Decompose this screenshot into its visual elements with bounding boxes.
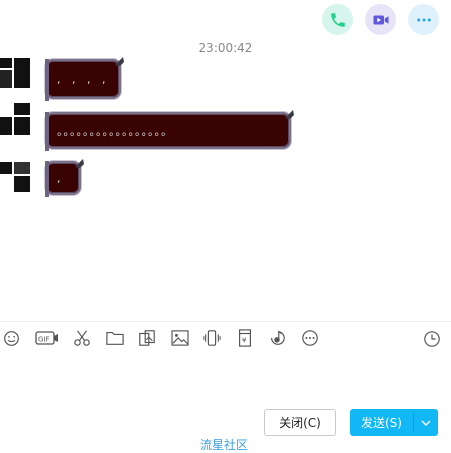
bubble-border: [45, 112, 49, 151]
send-button[interactable]: 发送(S): [350, 409, 413, 436]
chevron-down-icon: [421, 420, 431, 426]
music-button[interactable]: [268, 329, 286, 347]
gif-button[interactable]: GIF: [34, 329, 59, 347]
scissors-icon: [74, 330, 90, 346]
more-icon: [416, 18, 431, 21]
bubble-border: [45, 161, 49, 197]
file-button[interactable]: [105, 329, 124, 347]
avatar[interactable]: [0, 162, 32, 194]
sticker-button[interactable]: [138, 329, 156, 347]
watermark-text: 流星社区: [200, 438, 249, 452]
message-timestamp: 23:00:42: [198, 41, 253, 55]
avatar[interactable]: [0, 58, 32, 90]
emoji-icon: [3, 330, 19, 346]
gif-icon: GIF: [34, 331, 58, 345]
clock-icon: [424, 331, 440, 347]
music-icon: [271, 330, 285, 345]
send-button-group: 发送(S): [350, 409, 438, 436]
voice-call-button[interactable]: [322, 4, 353, 35]
folder-icon: [105, 332, 124, 345]
more-dots-icon: [301, 330, 318, 346]
emoji-button[interactable]: [2, 329, 20, 347]
red-packet-icon: ¥: [238, 329, 251, 347]
video-icon: [373, 15, 388, 24]
message-text: 。。。。。。。。。。。。。。。。。: [57, 124, 173, 138]
message-history-button[interactable]: [423, 330, 441, 348]
message-bubble[interactable]: 。。。。。。。。。。。。。。。。。: [45, 110, 294, 151]
phone-icon: [330, 12, 345, 27]
send-options-dropdown[interactable]: [414, 409, 438, 436]
bubble-ornament-icon: [115, 57, 124, 66]
video-call-button[interactable]: [365, 4, 396, 35]
close-button[interactable]: 关闭(C): [264, 409, 336, 436]
message-bubble[interactable]: , , , ,: [45, 57, 124, 101]
message-bubble[interactable]: ,: [45, 159, 84, 197]
input-toolbar: GIF ¥: [2, 329, 333, 347]
bubble-border: [45, 59, 49, 101]
call-actions: [322, 4, 439, 35]
message-text: , , , ,: [57, 72, 110, 86]
screenshot-button[interactable]: [73, 329, 91, 347]
svg-text:¥: ¥: [241, 336, 246, 345]
more-tools-button[interactable]: [301, 329, 319, 347]
bubble-ornament-icon: [75, 159, 84, 168]
shake-icon: [203, 330, 221, 346]
image-button[interactable]: [170, 329, 189, 347]
svg-text:GIF: GIF: [38, 336, 50, 344]
image-sticker-icon: [139, 330, 155, 346]
more-options-button[interactable]: [408, 4, 439, 35]
input-divider: [0, 321, 451, 322]
message-text: ,: [57, 171, 65, 185]
avatar[interactable]: [0, 103, 32, 135]
picture-icon: [170, 330, 189, 346]
bubble-ornament-icon: [285, 110, 294, 119]
red-packet-button[interactable]: ¥: [236, 329, 254, 347]
shake-button[interactable]: [203, 329, 221, 347]
